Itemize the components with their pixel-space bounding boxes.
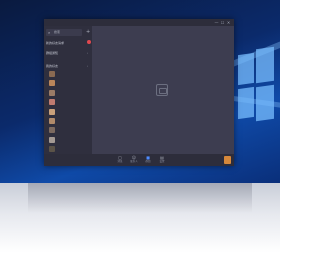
chevron-down-icon: › — [87, 51, 89, 55]
nav-messages[interactable]: ▢ 消息 — [114, 155, 126, 165]
close-button[interactable]: ✕ — [226, 20, 231, 25]
avatar — [49, 118, 55, 124]
avatar — [49, 80, 55, 87]
avatar — [49, 127, 55, 134]
nav-settings[interactable]: ▤ 设置 — [156, 155, 168, 165]
avatar — [49, 89, 55, 96]
search-icon: ⌕ — [48, 30, 51, 35]
nav-groups[interactable]: ■ 群组 — [142, 155, 154, 165]
user-avatar[interactable] — [224, 156, 231, 164]
notification-badge — [87, 40, 91, 44]
minimize-button[interactable]: — — [214, 20, 219, 25]
chat-area — [92, 26, 234, 154]
friend-requests-label: 新的好友请求 — [46, 41, 65, 45]
chevron-down-icon: › — [87, 64, 89, 68]
bottom-nav: ▢ 消息 ☺ 联系人 ■ 群组 ▤ 设置 — [44, 154, 234, 166]
maximize-button[interactable]: ☐ — [220, 20, 225, 25]
chat-app-window: — ☐ ✕ ⌕ 搜索 + 新的好友请求 群组通知 › 我的好友 › ▢ 消息 ☺… — [44, 19, 234, 166]
search-placeholder: 搜索 — [54, 30, 61, 34]
avatar — [49, 108, 55, 115]
avatar — [49, 136, 55, 143]
plus-icon: + — [86, 29, 91, 35]
my-friends-label: 我的好友 — [46, 64, 59, 68]
chat-placeholder-icon — [156, 84, 168, 96]
avatar — [49, 99, 55, 106]
avatar — [49, 71, 55, 77]
search-input[interactable]: ⌕ 搜索 — [46, 29, 82, 36]
add-button[interactable]: + — [86, 29, 91, 35]
group-notice-label: 群组通知 — [46, 51, 59, 55]
sidebar: ⌕ 搜索 + 新的好友请求 群组通知 › 我的好友 › — [44, 26, 92, 154]
windows-logo — [238, 46, 274, 126]
avatar — [49, 146, 55, 153]
nav-contacts[interactable]: ☺ 联系人 — [128, 155, 140, 165]
title-bar: — ☐ ✕ — [44, 19, 234, 26]
reflection-floor — [0, 183, 280, 270]
